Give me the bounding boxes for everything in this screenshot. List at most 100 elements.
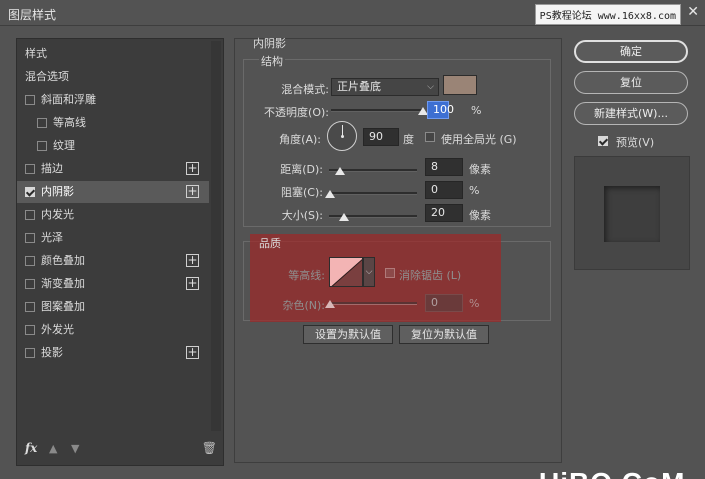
choke-input[interactable]: 0: [425, 181, 463, 199]
close-icon[interactable]: ✕: [687, 4, 699, 20]
sidebar-item-checkbox[interactable]: [25, 187, 35, 197]
opacity-slider[interactable]: [331, 107, 428, 115]
global-light-label: 使用全局光 (G): [441, 133, 517, 146]
preview-checkbox[interactable]: [598, 136, 608, 146]
sidebar-item[interactable]: 投影 +: [17, 342, 209, 364]
contour-curve-icon: [331, 259, 362, 286]
size-unit: 像素: [469, 209, 491, 222]
sidebar-item[interactable]: 等高线: [17, 112, 209, 134]
angle-dial-center: [341, 135, 344, 138]
sidebar-item-label: 纹理: [53, 139, 75, 152]
angle-unit: 度: [403, 133, 414, 146]
sidebar-item-checkbox[interactable]: [25, 233, 35, 243]
opacity-input[interactable]: 100: [427, 101, 454, 119]
blend-mode-select[interactable]: 正片叠底 ⌵: [331, 78, 439, 96]
sidebar-item-label: 投影: [41, 346, 63, 359]
size-slider[interactable]: [329, 213, 417, 221]
layer-style-dialog: 样式 混合选项 斜面和浮雕 等高线 纹理 描边 + 内阴影 + 内发光 光泽 颜色叠加 + 渐变叠加 + 图案…: [6, 30, 699, 479]
sidebar-item-label: 等高线: [53, 116, 86, 129]
fx-icon[interactable]: fx: [25, 441, 37, 455]
choke-unit: %: [469, 184, 480, 197]
sidebar-item[interactable]: 内阴影 +: [17, 181, 209, 203]
trash-icon[interactable]: 🗑: [202, 441, 217, 455]
choke-slider-thumb[interactable]: [325, 190, 335, 198]
add-effect-icon[interactable]: +: [186, 162, 199, 175]
window-title: 图层样式: [8, 8, 57, 22]
add-effect-icon[interactable]: +: [186, 277, 199, 290]
sidebar-item-checkbox[interactable]: [25, 348, 35, 358]
sidebar-footer: fx ▲ ▼ 🗑: [25, 441, 217, 461]
noise-unit: %: [469, 297, 480, 310]
sidebar-item-label: 外发光: [41, 323, 74, 336]
opacity-label: 不透明度(O):: [264, 106, 329, 119]
style-list-sidebar: 样式 混合选项 斜面和浮雕 等高线 纹理 描边 + 内阴影 + 内发光 光泽 颜色叠加 + 渐变叠加 + 图案…: [16, 38, 224, 466]
sidebar-item-checkbox[interactable]: [25, 302, 35, 312]
size-slider-thumb[interactable]: [339, 213, 349, 221]
contour-label: 等高线:: [288, 269, 325, 282]
style-preview: [574, 156, 690, 270]
opacity-unit: %: [471, 104, 482, 117]
global-light-checkbox[interactable]: [425, 132, 435, 142]
sidebar-item[interactable]: 样式: [17, 43, 209, 65]
move-up-icon[interactable]: ▲: [49, 442, 57, 455]
sidebar-item[interactable]: 混合选项: [17, 66, 209, 88]
angle-input[interactable]: 90: [363, 128, 399, 146]
choke-slider[interactable]: [325, 190, 417, 198]
size-input[interactable]: 20: [425, 204, 463, 222]
sidebar-item-label: 描边: [41, 162, 63, 175]
noise-slider-thumb[interactable]: [325, 300, 335, 308]
sidebar-item[interactable]: 渐变叠加 +: [17, 273, 209, 295]
reset-button[interactable]: 复位: [574, 71, 688, 94]
sidebar-item[interactable]: 描边 +: [17, 158, 209, 180]
add-effect-icon[interactable]: +: [186, 185, 199, 198]
watermark-badge: PS教程论坛 www.16xx8.com: [534, 4, 681, 25]
antialias-label: 消除锯齿 (L): [399, 269, 462, 282]
distance-unit: 像素: [469, 163, 491, 176]
new-style-button[interactable]: 新建样式(W)...: [574, 102, 688, 125]
distance-input[interactable]: 8: [425, 158, 463, 176]
blend-mode-value: 正片叠底: [337, 80, 381, 93]
angle-dial[interactable]: [327, 121, 357, 151]
sidebar-item-checkbox[interactable]: [25, 325, 35, 335]
sidebar-item[interactable]: 纹理: [17, 135, 209, 157]
noise-input[interactable]: 0: [425, 294, 463, 312]
reset-default-button[interactable]: 复位为默认值: [399, 325, 489, 344]
shadow-color-swatch[interactable]: [443, 75, 477, 95]
preview-label: 预览(V): [616, 136, 655, 149]
quality-title: 品质: [259, 237, 281, 250]
sidebar-item-checkbox[interactable]: [25, 256, 35, 266]
sidebar-item-label: 光泽: [41, 231, 63, 244]
preview-swatch: [604, 186, 660, 242]
sidebar-item[interactable]: 外发光: [17, 319, 209, 341]
distance-slider[interactable]: [329, 167, 417, 175]
distance-slider-thumb[interactable]: [335, 167, 345, 175]
sidebar-item-checkbox[interactable]: [37, 141, 47, 151]
sidebar-item-checkbox[interactable]: [25, 210, 35, 220]
title-bar: 图层样式 PS教程论坛 www.16xx8.com ✕: [0, 0, 705, 26]
chevron-down-icon: ⌵: [427, 82, 434, 92]
sidebar-item[interactable]: 颜色叠加 +: [17, 250, 209, 272]
sidebar-item-checkbox[interactable]: [25, 164, 35, 174]
contour-dropdown-icon[interactable]: ⌵: [363, 257, 375, 287]
ok-button[interactable]: 确定: [574, 40, 688, 63]
sidebar-item[interactable]: 图案叠加: [17, 296, 209, 318]
noise-label: 杂色(N):: [282, 299, 325, 312]
sidebar-item[interactable]: 光泽: [17, 227, 209, 249]
angle-label: 角度(A):: [279, 133, 321, 146]
sidebar-item[interactable]: 内发光: [17, 204, 209, 226]
add-effect-icon[interactable]: +: [186, 254, 199, 267]
set-default-button[interactable]: 设置为默认值: [303, 325, 393, 344]
noise-slider[interactable]: [325, 300, 417, 308]
contour-picker[interactable]: [329, 257, 363, 287]
move-down-icon[interactable]: ▼: [71, 442, 79, 455]
sidebar-item-label: 混合选项: [25, 70, 69, 83]
sidebar-item-checkbox[interactable]: [37, 118, 47, 128]
antialias-checkbox[interactable]: [385, 268, 395, 278]
sidebar-scrollbar[interactable]: [211, 41, 221, 431]
sidebar-item-checkbox[interactable]: [25, 279, 35, 289]
add-effect-icon[interactable]: +: [186, 346, 199, 359]
sidebar-item[interactable]: 斜面和浮雕: [17, 89, 209, 111]
sidebar-item-checkbox[interactable]: [25, 95, 35, 105]
sidebar-item-label: 内发光: [41, 208, 74, 221]
sidebar-item-label: 颜色叠加: [41, 254, 85, 267]
